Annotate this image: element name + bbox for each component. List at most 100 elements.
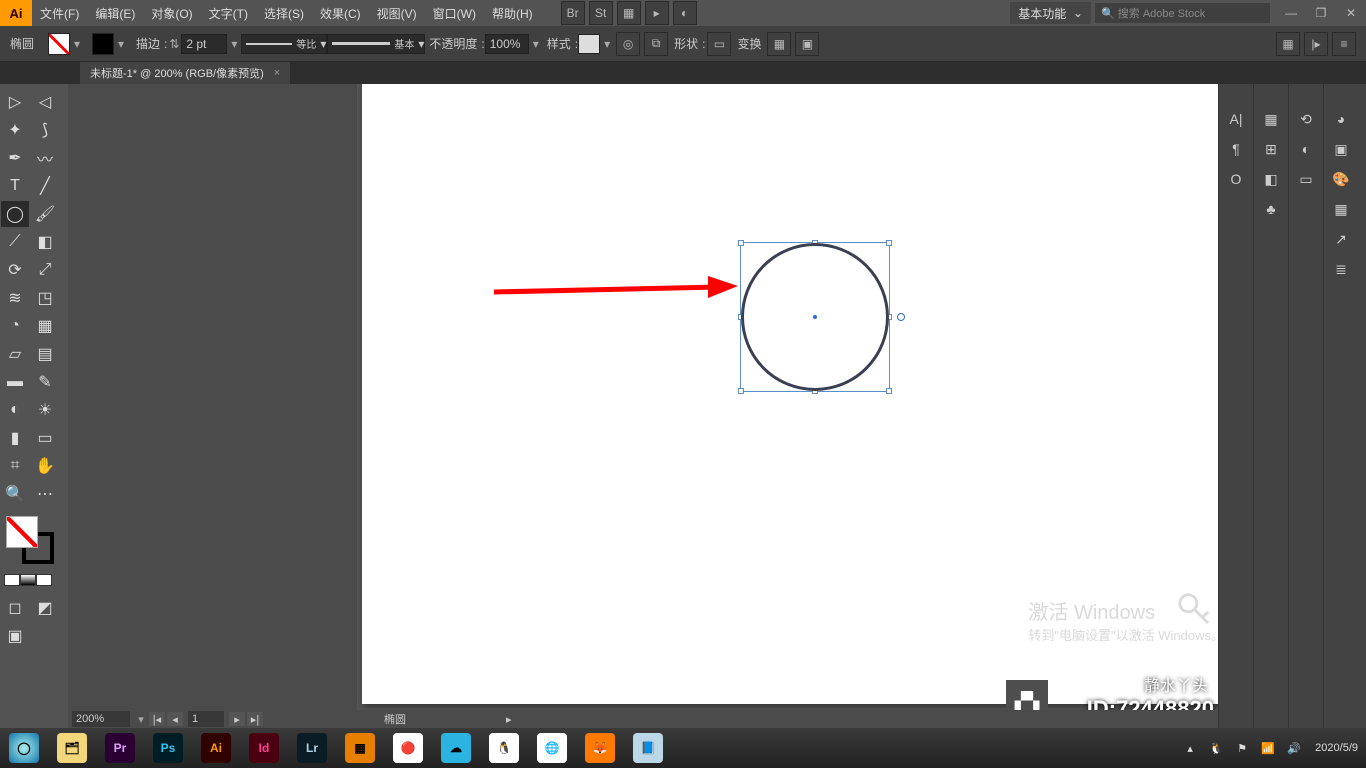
eraser-tool[interactable]: ◧: [31, 229, 59, 255]
taskbar-firefox[interactable]: 🦊: [576, 728, 624, 768]
blend-tool[interactable]: ◐: [1, 397, 29, 423]
taskbar-qq[interactable]: 🐧: [480, 728, 528, 768]
fill-swatch[interactable]: [48, 33, 70, 55]
stroke-swatch[interactable]: [92, 33, 114, 55]
earth-icon[interactable]: ◐: [673, 1, 697, 25]
document-tab[interactable]: 未标题-1* @ 200% (RGB/像素预览)×: [80, 62, 290, 84]
status-dropdown-icon[interactable]: ▸: [506, 713, 512, 726]
chevron-down-icon[interactable]: ▾: [114, 33, 128, 55]
line-tool[interactable]: ╱: [31, 173, 59, 199]
eyedropper-tool[interactable]: ✎: [31, 369, 59, 395]
transparency-panel-icon[interactable]: ▭: [1295, 168, 1317, 190]
menu-select[interactable]: 选择(S): [256, 0, 312, 26]
nav-first-icon[interactable]: |◂: [149, 712, 165, 726]
align-panel-icon[interactable]: ▦: [1260, 108, 1282, 130]
close-icon[interactable]: ×: [274, 67, 280, 79]
fill-swatch-group[interactable]: ▾: [48, 33, 84, 55]
draw-mode-normal[interactable]: ◻: [1, 595, 29, 621]
window-restore[interactable]: ❐: [1308, 4, 1334, 22]
opentype-panel-icon[interactable]: O: [1225, 168, 1247, 190]
panel-presets-icon[interactable]: ▦: [1276, 32, 1300, 56]
mode-none[interactable]: [36, 574, 52, 586]
curvature-tool[interactable]: 〰: [31, 145, 59, 171]
symbol-sprayer-tool[interactable]: ☀: [31, 397, 59, 423]
brush-definition[interactable]: 基本▾: [327, 34, 425, 54]
nav-prev-icon[interactable]: ◂: [167, 712, 183, 726]
artboard-tool[interactable]: ▭: [31, 425, 59, 451]
graphic-styles-icon[interactable]: ▣: [1330, 138, 1352, 160]
menu-view[interactable]: 视图(V): [369, 0, 425, 26]
gradient-tool[interactable]: ▬: [1, 369, 29, 395]
transform-panel-icon[interactable]: ▦: [767, 32, 791, 56]
search-stock-field[interactable]: 🔍 搜索 Adobe Stock: [1095, 3, 1270, 23]
variable-width-profile[interactable]: 等比▾: [241, 34, 327, 54]
live-corner-widget[interactable]: [897, 313, 905, 321]
taskbar-chrome[interactable]: 🌐: [528, 728, 576, 768]
taskbar-indesign[interactable]: Id: [240, 728, 288, 768]
taskbar-notepad[interactable]: 📘: [624, 728, 672, 768]
transform-panel-icon[interactable]: ⊞: [1260, 138, 1282, 160]
character-panel-icon[interactable]: A|: [1225, 108, 1247, 130]
panel-dock-icon[interactable]: |▸: [1304, 32, 1328, 56]
appearance-panel-icon[interactable]: ◕: [1330, 108, 1352, 130]
taskbar-premiere[interactable]: Pr: [96, 728, 144, 768]
draw-mode-inside[interactable]: ◩: [31, 595, 59, 621]
shape-builder-tool[interactable]: ◔: [1, 313, 29, 339]
chevron-down-icon[interactable]: ▾: [70, 33, 84, 55]
gpu-icon[interactable]: ▸: [645, 1, 669, 25]
menu-file[interactable]: 文件(F): [32, 0, 87, 26]
swatches-panel-icon[interactable]: ▦: [1330, 198, 1352, 220]
chevron-down-icon[interactable]: ▾: [600, 33, 614, 55]
menu-help[interactable]: 帮助(H): [484, 0, 541, 26]
hand-tool[interactable]: ✋: [31, 453, 59, 479]
workspace-switcher[interactable]: 基本功能 ⌄: [1010, 2, 1091, 24]
panel-menu-icon[interactable]: ≡: [1332, 32, 1356, 56]
ellipse-shape[interactable]: [741, 243, 889, 391]
tray-net-icon[interactable]: 📶: [1258, 738, 1278, 758]
shape-props-icon[interactable]: ▭: [707, 32, 731, 56]
chevron-down-icon[interactable]: ▾: [134, 708, 148, 728]
chevron-down-icon[interactable]: ▾: [529, 33, 543, 55]
column-graph-tool[interactable]: ▮: [1, 425, 29, 451]
chevron-down-icon[interactable]: ▾: [227, 33, 241, 55]
free-transform-tool[interactable]: ◳: [31, 285, 59, 311]
tray-vol-icon[interactable]: 🔊: [1284, 738, 1304, 758]
taskbar-illustrator[interactable]: Ai: [192, 728, 240, 768]
zoom-field[interactable]: 200%: [72, 711, 130, 727]
type-tool[interactable]: T: [1, 173, 29, 199]
selection-tool[interactable]: ▷: [1, 89, 29, 115]
recolor-icon[interactable]: ◎: [616, 32, 640, 56]
color-panel-icon[interactable]: 🎨: [1330, 168, 1352, 190]
layers-panel-icon[interactable]: ≣: [1330, 258, 1352, 280]
direct-selection-tool[interactable]: ◁: [31, 89, 59, 115]
cc-libraries-icon[interactable]: ⟲: [1295, 108, 1317, 130]
taskbar-app-cloud[interactable]: ☁: [432, 728, 480, 768]
menu-window[interactable]: 窗口(W): [425, 0, 484, 26]
tray-up-icon[interactable]: ▴: [1180, 738, 1200, 758]
fill-box[interactable]: [6, 516, 38, 548]
align-icon[interactable]: ⧉: [644, 32, 668, 56]
selection-handle-se[interactable]: [886, 388, 892, 394]
nav-next-icon[interactable]: ▸: [229, 712, 245, 726]
paragraph-panel-icon[interactable]: ¶: [1225, 138, 1247, 160]
menu-type[interactable]: 文字(T): [201, 0, 256, 26]
selection-handle-ne[interactable]: [886, 240, 892, 246]
taskbar-explorer[interactable]: 🗂: [48, 728, 96, 768]
symbols-panel-icon[interactable]: ♣: [1260, 198, 1282, 220]
ellipse-tool[interactable]: ◯: [1, 201, 29, 227]
zoom-tool[interactable]: 🔍: [1, 481, 29, 507]
taskbar-app-ball[interactable]: 🔴: [384, 728, 432, 768]
tray-flag-icon[interactable]: ⚑: [1232, 738, 1252, 758]
taskbar-photoshop[interactable]: Ps: [144, 728, 192, 768]
mode-color[interactable]: [4, 574, 20, 586]
stroke-stepper[interactable]: ⇅: [167, 33, 181, 55]
style-swatch[interactable]: [578, 34, 600, 54]
taskbar-browser[interactable]: ◯: [0, 728, 48, 768]
selection-handle-sw[interactable]: [738, 388, 744, 394]
perspective-tool[interactable]: ▱: [1, 341, 29, 367]
taskbar-app-video[interactable]: ▦: [336, 728, 384, 768]
scale-tool[interactable]: ⤢: [31, 257, 59, 283]
slice-tool[interactable]: ⌗: [1, 453, 29, 479]
magic-wand-tool[interactable]: ✦: [1, 117, 29, 143]
document-area[interactable]: 激活 Windows 转到"电脑设置"以激活 Windows。 ▞▚ 静水丫头 …: [68, 84, 1218, 728]
